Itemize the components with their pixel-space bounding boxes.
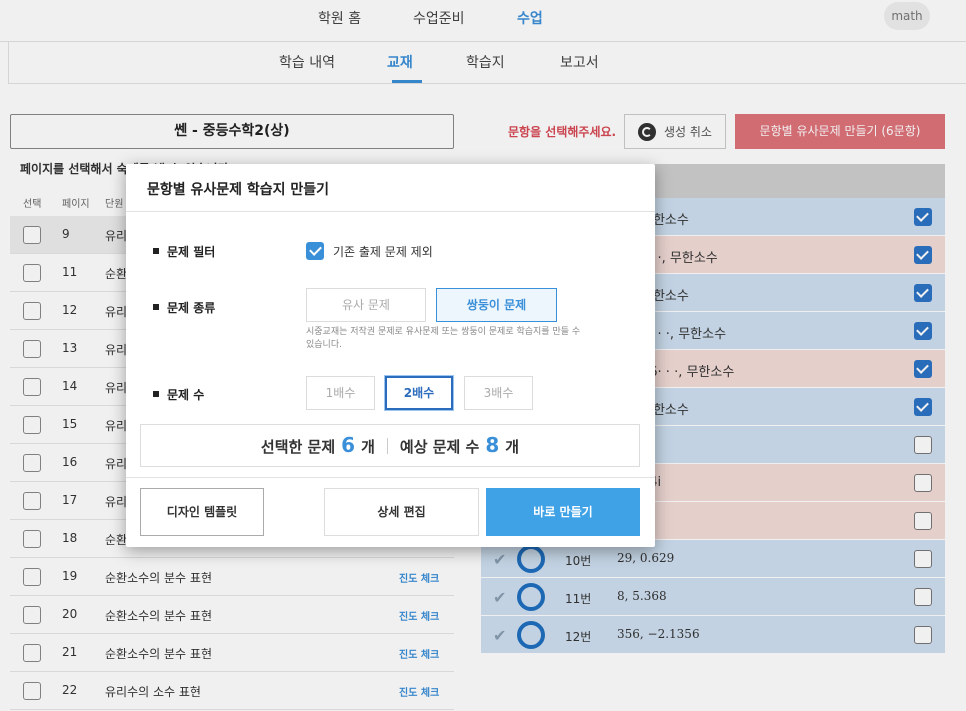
- detail-edit-button[interactable]: 상세 편집: [324, 488, 479, 536]
- selected-count: 6: [341, 433, 356, 457]
- expected-count: 8: [485, 433, 500, 457]
- count-label: 문제 수: [153, 386, 204, 403]
- count-1x-option[interactable]: 1배수: [306, 376, 375, 410]
- selected-unit: 개: [361, 438, 375, 456]
- type-help-text: 시중교재는 저작권 문제로 유사문제 또는 쌍둥이 문제로 학습지를 만들 수 …: [306, 327, 581, 350]
- count-2x-option[interactable]: 2배수: [385, 376, 453, 410]
- dialog-divider: [126, 211, 655, 212]
- create-now-button[interactable]: 바로 만들기: [486, 488, 640, 536]
- summary-separator: [386, 438, 388, 454]
- design-template-button[interactable]: 디자인 템플릿: [140, 488, 264, 536]
- exclude-previous-checkbox[interactable]: [306, 242, 324, 260]
- similar-worksheet-dialog: 문항별 유사문제 학습지 만들기 문제 필터 기존 출제 문제 제외 문제 종류…: [126, 164, 655, 547]
- count-3x-option[interactable]: 3배수: [464, 376, 533, 410]
- selected-label: 선택한 문제: [260, 438, 336, 456]
- expected-unit: 개: [505, 438, 520, 456]
- similar-type-option[interactable]: 유사 문제: [306, 288, 426, 322]
- problem-count-summary: 선택한 문제 6 개 예상 문제 수8개: [140, 424, 640, 467]
- twin-type-option[interactable]: 쌍둥이 문제: [436, 288, 557, 322]
- filter-label: 문제 필터: [153, 243, 215, 260]
- dialog-title: 문항별 유사문제 학습지 만들기: [147, 182, 330, 198]
- type-label: 문제 종류: [153, 299, 215, 316]
- expected-label: 예상 문제 수: [399, 438, 480, 456]
- dialog-footer-divider: [126, 477, 655, 478]
- exclude-previous-label[interactable]: 기존 출제 문제 제외: [333, 243, 433, 260]
